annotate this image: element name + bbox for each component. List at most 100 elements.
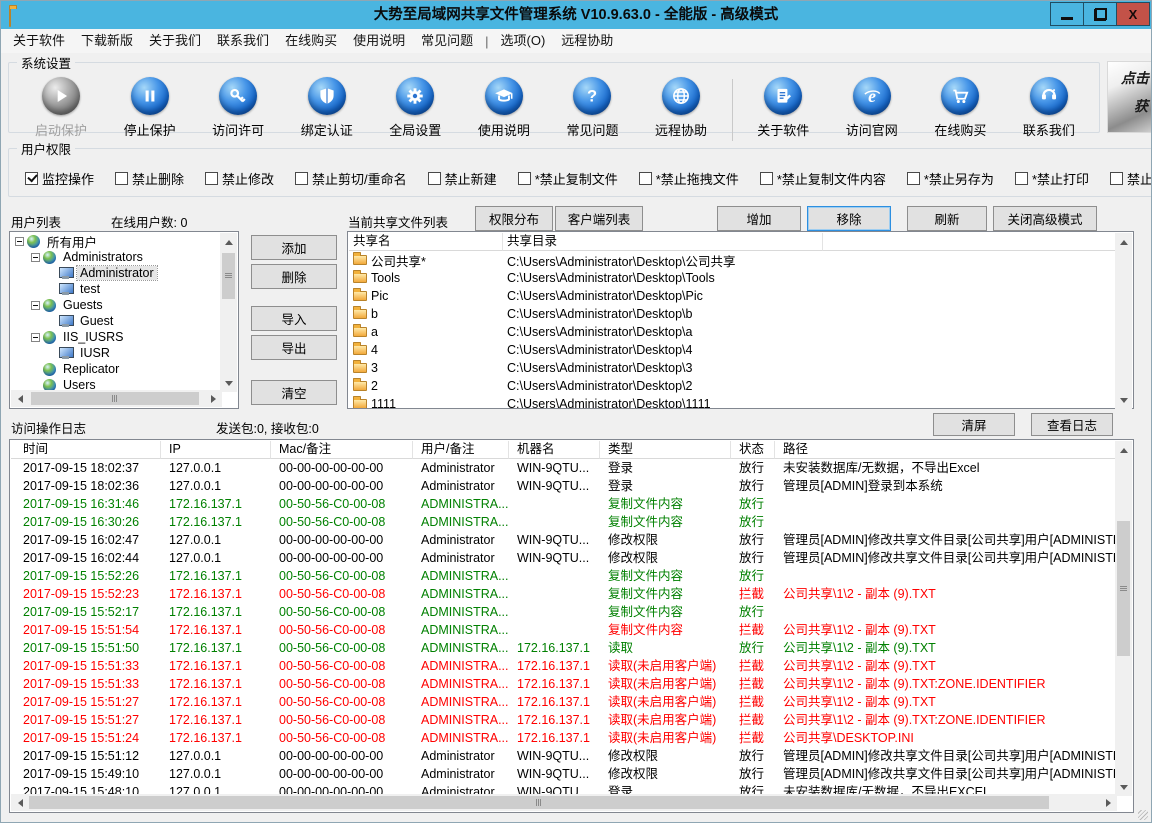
toolbar-gear-button[interactable]: 全局设置 [375,77,455,139]
scroll-up-icon[interactable] [1115,441,1132,458]
tree-vscroll-thumb[interactable] [222,253,235,299]
permission-checkbox-5[interactable]: 禁止新建 [428,169,497,188]
tree-node-iis-iusrs[interactable]: IIS_IUSRS [11,329,222,345]
permission-checkbox-6[interactable]: *禁止复制文件 [518,169,618,188]
tree-hscroll-thumb[interactable] [31,392,199,405]
scroll-right-icon[interactable] [1100,794,1117,811]
toolbar-phone-button[interactable]: 联系我们 [1009,77,1089,139]
import-button[interactable]: 导入 [251,306,337,331]
permission-checkbox-1[interactable]: 监控操作 [25,169,94,188]
refresh-button[interactable]: 刷新 [907,206,987,231]
share-row[interactable]: 1111C:\Users\Administrator\Desktop\1111 [349,395,1117,408]
share-row[interactable]: 3C:\Users\Administrator\Desktop\3 [349,359,1117,377]
log-row[interactable]: 2017-09-15 15:51:54172.16.137.100-50-56-… [11,621,1117,639]
log-row[interactable]: 2017-09-15 16:31:46172.16.137.100-50-56-… [11,495,1117,513]
remove-share-button[interactable]: 移除 [807,206,891,231]
permission-checkbox-10[interactable]: *禁止打印 [1015,169,1089,188]
tree-node-administrators[interactable]: Administrators [11,249,222,265]
log-row[interactable]: 2017-09-15 15:51:50172.16.137.100-50-56-… [11,639,1117,657]
tree-node-iusr[interactable]: IUSR [11,345,222,361]
log-hscroll-thumb[interactable] [29,796,1049,809]
resize-grip[interactable] [1138,810,1148,820]
log-horizontal-scrollbar[interactable] [11,794,1117,811]
share-row[interactable]: 2C:\Users\Administrator\Desktop\2 [349,377,1117,395]
toolbar-browser-e-button[interactable]: e访问官网 [832,77,912,139]
minimize-button[interactable] [1050,2,1084,26]
log-column-header-8[interactable]: 路径 [775,441,1117,459]
client-list-button[interactable]: 客户端列表 [555,206,643,231]
log-row[interactable]: 2017-09-15 15:51:24172.16.137.100-50-56-… [11,729,1117,747]
toolbar-shield-button[interactable]: 绑定认证 [287,77,367,139]
tree-node-administrator[interactable]: Administrator [11,265,222,281]
share-column-header-1[interactable]: 共享名 [349,233,503,251]
scroll-up-icon[interactable] [1115,233,1132,250]
tree-horizontal-scrollbar[interactable] [11,390,222,407]
export-button[interactable]: 导出 [251,335,337,360]
permission-checkbox-3[interactable]: 禁止修改 [205,169,274,188]
scroll-down-icon[interactable] [1115,392,1132,409]
toolbar-question-button[interactable]: ?常见问题 [552,77,632,139]
view-log-button[interactable]: 查看日志 [1031,413,1113,436]
share-row[interactable]: ToolsC:\Users\Administrator\Desktop\Tool… [349,269,1117,287]
toolbar-document-button[interactable]: 关于软件 [743,77,823,139]
log-vscroll-thumb[interactable] [1117,521,1130,656]
share-row[interactable]: 4C:\Users\Administrator\Desktop\4 [349,341,1117,359]
menu-item-7[interactable]: 常见问题 [413,30,481,52]
log-row[interactable]: 2017-09-15 15:51:27172.16.137.100-50-56-… [11,693,1117,711]
menu-item-4[interactable]: 联系我们 [209,30,277,52]
log-row[interactable]: 2017-09-15 15:52:17172.16.137.100-50-56-… [11,603,1117,621]
clear-screen-button[interactable]: 清屏 [933,413,1015,436]
menu-item-6[interactable]: 使用说明 [345,30,413,52]
log-vertical-scrollbar[interactable] [1115,441,1132,796]
share-row[interactable]: aC:\Users\Administrator\Desktop\a [349,323,1117,341]
permission-checkbox-2[interactable]: 禁止删除 [115,169,184,188]
log-row[interactable]: 2017-09-15 15:49:10127.0.0.100-00-00-00-… [11,765,1117,783]
collapse-toggle-icon[interactable] [31,253,40,262]
scroll-left-icon[interactable] [11,390,28,407]
collapse-toggle-icon[interactable] [31,301,40,310]
log-column-header-4[interactable]: 用户/备注 [413,441,509,459]
log-column-header-3[interactable]: Mac/备注 [271,441,413,459]
share-row[interactable]: PicC:\Users\Administrator\Desktop\Pic [349,287,1117,305]
delete-user-button[interactable]: 删除 [251,264,337,289]
toolbar-pause-button[interactable]: 停止保护 [110,77,190,139]
menu-item-3[interactable]: 关于我们 [141,30,209,52]
restore-button[interactable] [1083,2,1117,26]
menu-item-5[interactable]: 在线购买 [277,30,345,52]
log-column-header-2[interactable]: IP [161,441,271,459]
permission-checkbox-9[interactable]: *禁止另存为 [907,169,994,188]
promo-image[interactable]: 点击获 [1107,61,1152,133]
clear-button[interactable]: 清空 [251,380,337,405]
permission-checkbox-11[interactable]: 禁止读取 [1110,169,1152,188]
log-column-header-6[interactable]: 类型 [600,441,731,459]
toolbar-remote-globe-button[interactable]: 远程协助 [641,77,721,139]
tree-node-test[interactable]: test [11,281,222,297]
log-row[interactable]: 2017-09-15 18:02:36127.0.0.100-00-00-00-… [11,477,1117,495]
log-column-header-1[interactable]: 时间 [11,441,161,459]
menu-item-2[interactable]: 下载新版 [73,30,141,52]
menu-item-1[interactable]: 关于软件 [5,30,73,52]
log-row[interactable]: 2017-09-15 16:30:26172.16.137.100-50-56-… [11,513,1117,531]
log-row[interactable]: 2017-09-15 15:51:27172.16.137.100-50-56-… [11,711,1117,729]
collapse-toggle-icon[interactable] [15,237,24,246]
tree-node-所有用户[interactable]: 所有用户 [11,233,222,249]
close-button[interactable]: X [1116,2,1150,26]
collapse-toggle-icon[interactable] [31,333,40,342]
share-column-header-2[interactable]: 共享目录 [503,233,823,251]
toolbar-key-button[interactable]: 访问许可 [198,77,278,139]
tree-node-guests[interactable]: Guests [11,297,222,313]
add-user-button[interactable]: 添加 [251,235,337,260]
scroll-left-icon[interactable] [11,794,28,811]
scroll-down-icon[interactable] [1115,779,1132,796]
log-row[interactable]: 2017-09-15 15:51:12127.0.0.100-00-00-00-… [11,747,1117,765]
log-row[interactable]: 2017-09-15 15:52:23172.16.137.100-50-56-… [11,585,1117,603]
menu-item-9[interactable]: 选项(O) [493,30,554,52]
share-row[interactable]: 公司共享*C:\Users\Administrator\Desktop\公司共享 [349,251,1117,269]
tree-vertical-scrollbar[interactable] [220,233,237,392]
log-column-header-5[interactable]: 机器名 [509,441,600,459]
tree-node-guest[interactable]: Guest [11,313,222,329]
log-row[interactable]: 2017-09-15 15:51:33172.16.137.100-50-56-… [11,657,1117,675]
scroll-down-icon[interactable] [220,375,237,392]
menu-item-10[interactable]: 远程协助 [553,30,621,52]
permission-distribution-button[interactable]: 权限分布 [475,206,553,231]
